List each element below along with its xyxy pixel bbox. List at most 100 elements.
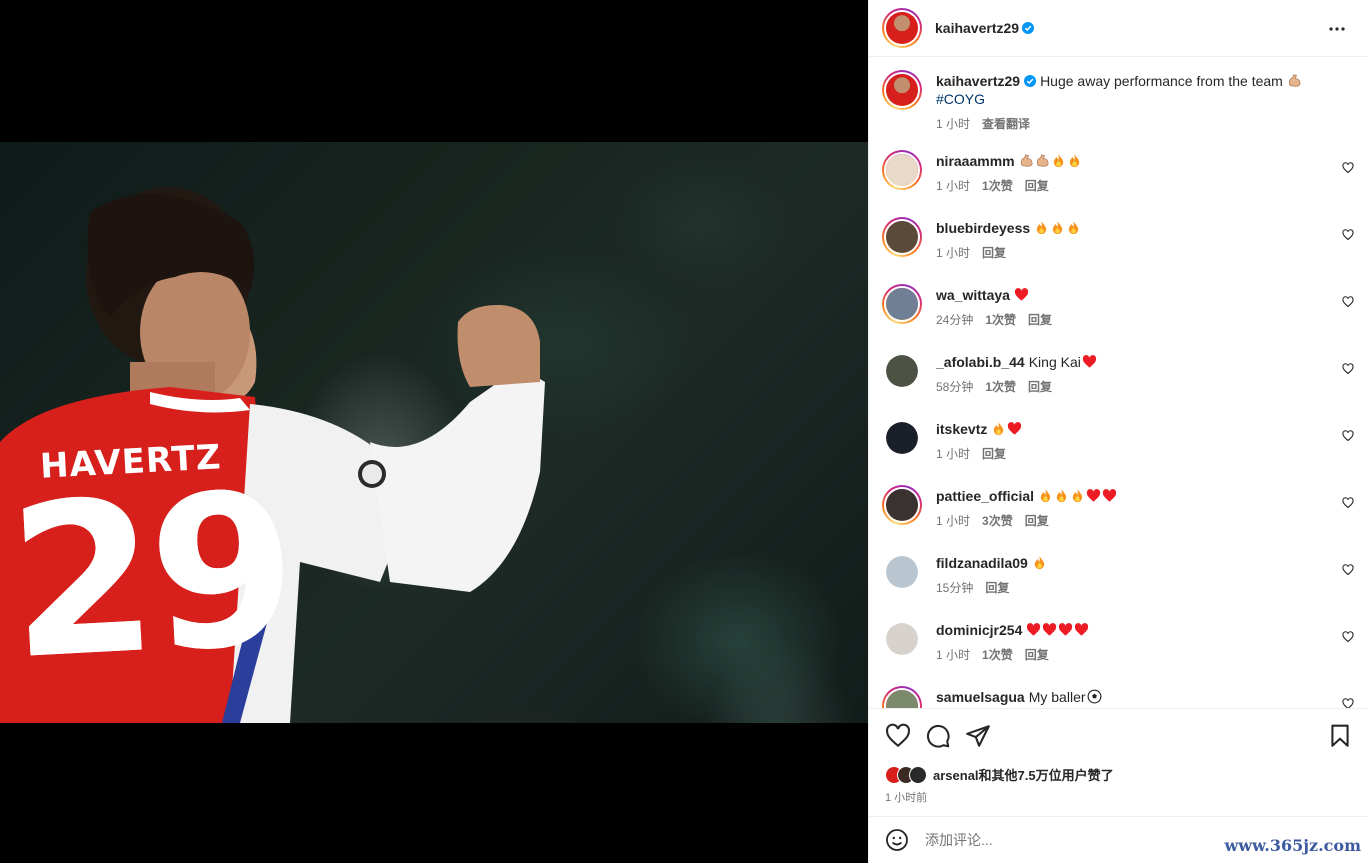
comment-like-heart-icon[interactable] [1342,631,1354,643]
comment-like-heart-icon[interactable] [1342,497,1354,509]
comment-like-count[interactable]: 1次赞 [985,378,1016,395]
reply-button[interactable]: 回复 [1025,177,1049,194]
commenter-avatar[interactable] [882,217,922,257]
fire-icon [1052,220,1063,235]
comment-username[interactable]: wa_wittaya [936,287,1010,303]
emoji-smiley-icon[interactable] [885,828,909,852]
reply-button[interactable]: 回复 [982,244,1006,261]
fire-icon [1034,555,1044,570]
comment-bubble-icon[interactable] [925,723,951,749]
soccer-ball-icon [1087,689,1101,704]
comment-like-heart-icon[interactable] [1342,162,1354,174]
comment-line: niraaammm [936,152,1083,170]
comment-username[interactable]: fildzanadila09 [936,555,1028,571]
comment-row: dominicjr254 1 小时 1次赞 回复 [882,619,1354,663]
comment-like-heart-icon[interactable] [1342,698,1354,708]
comment-like-heart-icon[interactable] [1342,430,1354,442]
comment-line: fildzanadila09 [936,554,1048,572]
comment-like-count[interactable]: 1次赞 [982,646,1013,663]
comment-line: _afolabi.b_44 King Kai [936,353,1098,371]
comment-body: itskevtz 1 小时 回复 [936,420,1023,462]
comment-emojis [1082,354,1098,370]
caption-text: Huge away performance from the team [1040,73,1283,89]
fire-icon [1056,488,1067,503]
post-photo[interactable]: HAVERTZ 29 [0,142,868,723]
author-avatar[interactable] [882,8,922,48]
comment-username[interactable]: niraaammm [936,153,1015,169]
liker-avatar [909,765,927,784]
comment-like-heart-icon[interactable] [1342,363,1354,375]
verified-badge-icon [1022,22,1035,34]
comment-username[interactable]: pattiee_official [936,488,1034,504]
comment-body: fildzanadila09 15分钟 回复 [936,554,1048,596]
commenter-avatar[interactable] [882,284,922,324]
comment-body: wa_wittaya 24分钟 1次赞 回复 [936,286,1052,328]
comment-like-count[interactable]: 3次赞 [982,512,1013,529]
see-translation-button[interactable]: 查看翻译 [982,115,1030,132]
post-time-ago: 1 小时前 [885,792,928,804]
comment-row: fildzanadila09 15分钟 回复 [882,552,1354,596]
comment-like-count[interactable]: 1次赞 [982,177,1013,194]
comment-like-count[interactable]: 1次赞 [985,311,1016,328]
post-actions: arsenal和其他7.5万位用户赞了 1 小时前 [869,708,1367,816]
comment-row: niraaammm 1 小时 1次赞 回复 [882,150,1354,194]
comment-emojis [1034,220,1082,236]
fire-icon [1036,220,1047,235]
author-username[interactable]: kaihavertz29 [935,20,1019,36]
comment-row: bluebirdeyess 1 小时 回复 [882,217,1354,261]
comment-text: King Kai [1028,354,1081,370]
red-heart-icon [1075,623,1089,636]
comment-emojis [1038,488,1118,504]
comment-line: samuelsagua My baller [936,688,1103,706]
comment-body: niraaammm 1 小时 1次赞 回复 [936,152,1083,194]
reply-button[interactable]: 回复 [1025,512,1049,529]
likes-summary[interactable]: arsenal和其他7.5万位用户赞了 [885,765,1114,784]
comment-like-heart-icon[interactable] [1342,229,1354,241]
comment-meta: 1 小时 3次赞 回复 [936,512,1118,529]
commenter-avatar[interactable] [886,623,918,655]
comment-meta: 1 小时 1次赞 回复 [936,646,1090,663]
comment-username[interactable]: dominicjr254 [936,622,1022,638]
comments-list[interactable]: kaihavertz29 Huge away performance from t… [869,58,1367,708]
like-heart-icon[interactable] [885,723,911,749]
commenter-avatar[interactable] [882,150,922,190]
reply-button[interactable]: 回复 [982,445,1006,462]
comment-username[interactable]: samuelsagua [936,689,1025,705]
save-bookmark-icon[interactable] [1327,723,1353,749]
caption-username[interactable]: kaihavertz29 [936,73,1020,89]
comment-like-heart-icon[interactable] [1342,296,1354,308]
commenter-avatar[interactable] [886,556,918,588]
comment-line: pattiee_official [936,487,1118,505]
commenter-avatar[interactable] [882,485,922,525]
add-comment-bar: www.365jz.com [869,816,1367,863]
commenter-avatar[interactable] [882,686,922,708]
comment-emojis [1032,555,1048,571]
comment-username[interactable]: bluebirdeyess [936,220,1030,236]
share-send-icon[interactable] [965,723,991,749]
red-heart-icon [1082,355,1096,368]
comment-meta: 15分钟 回复 [936,579,1048,596]
reply-button[interactable]: 回复 [985,579,1009,596]
comment-row: samuelsagua My baller [882,686,1354,708]
reply-button[interactable]: 回复 [1025,646,1049,663]
reply-button[interactable]: 回复 [1028,311,1052,328]
red-heart-icon [1059,623,1073,636]
commenter-avatar[interactable] [886,422,918,454]
comment-line: wa_wittaya [936,286,1052,304]
comment-meta: 58分钟 1次赞 回复 [936,378,1098,395]
comment-like-heart-icon[interactable] [1342,564,1354,576]
comment-time: 58分钟 [936,380,974,394]
likes-summary-text[interactable]: arsenal和其他7.5万位用户赞了 [933,765,1114,784]
hashtag-link[interactable]: #COYG [936,90,1303,108]
commenter-avatar[interactable] [886,355,918,387]
more-options-icon[interactable] [1325,17,1349,41]
caption-meta: 1 小时 查看翻译 [936,115,1303,132]
red-heart-icon [1014,288,1029,301]
caption-author-avatar[interactable] [882,70,922,110]
comment-username[interactable]: _afolabi.b_44 [936,354,1025,370]
comment-time: 1 小时 [936,246,971,260]
comment-username[interactable]: itskevtz [936,421,987,437]
reply-button[interactable]: 回复 [1028,378,1052,395]
comment-input[interactable] [925,832,1225,848]
caption-body: kaihavertz29 Huge away performance from t… [936,72,1303,132]
